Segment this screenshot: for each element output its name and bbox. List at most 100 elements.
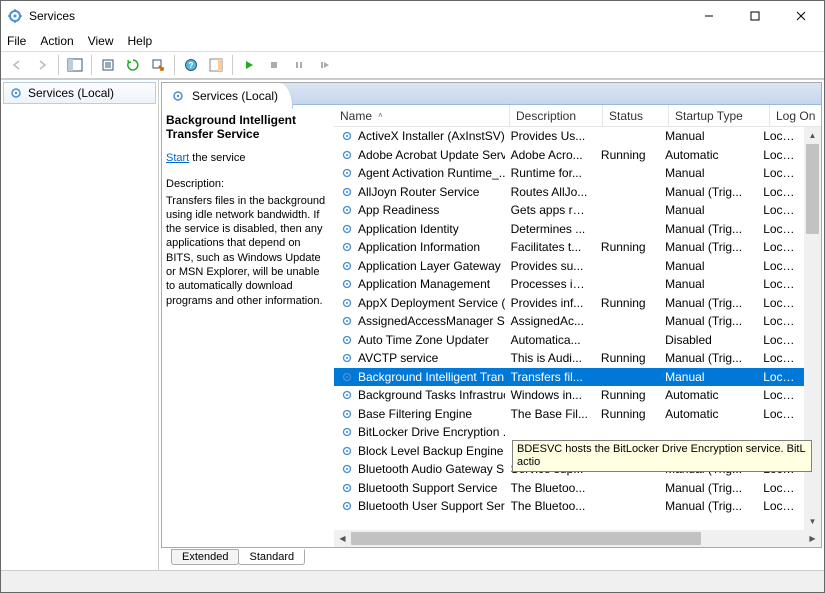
cell-startup-type: Manual (Trig... <box>659 222 757 236</box>
cell-name: Background Intelligent Tran... <box>334 370 505 384</box>
column-log-on[interactable]: Log On <box>770 105 818 126</box>
cell-description: The Base Fil... <box>505 407 595 421</box>
cell-status: Running <box>595 351 659 365</box>
cell-log-on: Local Se <box>757 481 804 495</box>
maximize-button[interactable] <box>732 1 778 31</box>
window-title: Services <box>29 9 686 23</box>
menu-help[interactable]: Help <box>128 34 153 48</box>
scroll-right-icon[interactable]: ▶ <box>804 530 821 547</box>
cell-startup-type: Automatic <box>659 388 757 402</box>
pause-service-button <box>287 54 311 76</box>
properties-button[interactable] <box>96 54 120 76</box>
cell-log-on: Local Se <box>757 407 804 421</box>
service-row[interactable]: Application Layer Gateway ...Provides su… <box>334 257 804 276</box>
tooltip: BDESVC hosts the BitLocker Drive Encrypt… <box>512 440 812 472</box>
show-hide-tree-button[interactable] <box>63 54 87 76</box>
tree-root-item[interactable]: Services (Local) <box>3 82 156 104</box>
titlebar[interactable]: Services <box>1 1 824 31</box>
scroll-left-icon[interactable]: ◀ <box>334 530 351 547</box>
refresh-button[interactable] <box>121 54 145 76</box>
column-name[interactable]: Name˄ <box>334 105 510 126</box>
service-row[interactable]: BitLocker Drive Encryption ... <box>334 423 804 442</box>
cell-startup-type: Automatic <box>659 148 757 162</box>
service-row[interactable]: AssignedAccessManager Se...AssignedAc...… <box>334 312 804 331</box>
horizontal-scrollbar[interactable]: ◀ ▶ <box>334 530 821 547</box>
service-row[interactable]: AVCTP serviceThis is Audi...RunningManua… <box>334 349 804 368</box>
minimize-button[interactable] <box>686 1 732 31</box>
scroll-thumb-h[interactable] <box>351 532 701 545</box>
tree-root-label: Services (Local) <box>28 86 114 100</box>
menu-action[interactable]: Action <box>40 34 73 48</box>
cell-startup-type: Manual <box>659 259 757 273</box>
start-service-link[interactable]: Start <box>166 152 189 164</box>
cell-log-on: Local Sy <box>757 388 804 402</box>
cell-log-on: Local Sy <box>757 499 804 513</box>
menu-view[interactable]: View <box>88 34 114 48</box>
column-startup-type[interactable]: Startup Type <box>669 105 770 126</box>
scroll-down-icon[interactable]: ▼ <box>804 513 821 530</box>
cell-name: AssignedAccessManager Se... <box>334 314 505 328</box>
cell-name: AppX Deployment Service (... <box>334 296 505 310</box>
cell-name: AVCTP service <box>334 351 505 365</box>
cell-log-on: Local Sy <box>757 314 804 328</box>
cell-startup-type: Manual (Trig... <box>659 240 757 254</box>
cell-name: Background Tasks Infrastruc... <box>334 388 505 402</box>
cell-name: Application Identity <box>334 222 505 236</box>
column-description[interactable]: Description <box>510 105 603 126</box>
cell-description: AssignedAc... <box>505 314 595 328</box>
service-row[interactable]: Bluetooth Support ServiceThe Bluetoo...M… <box>334 479 804 498</box>
services-icon <box>8 85 24 101</box>
start-service-suffix: the service <box>189 152 245 164</box>
restart-service-button <box>312 54 336 76</box>
service-row[interactable]: Application ManagementProcesses in...Man… <box>334 275 804 294</box>
cell-description: Provides inf... <box>505 296 595 310</box>
service-row[interactable]: Auto Time Zone UpdaterAutomatica...Disab… <box>334 331 804 350</box>
column-headers: Name˄ Description Status Startup Type Lo… <box>334 105 821 127</box>
service-row[interactable]: App ReadinessGets apps re...ManualLocal … <box>334 201 804 220</box>
content-header: Services (Local) <box>162 83 821 105</box>
service-row[interactable]: Base Filtering EngineThe Base Fil...Runn… <box>334 405 804 424</box>
cell-description: Provides Us... <box>505 129 595 143</box>
service-row[interactable]: Agent Activation Runtime_...Runtime for.… <box>334 164 804 183</box>
content-title: Services (Local) <box>192 89 278 103</box>
cell-description: The Bluetoo... <box>505 499 595 513</box>
service-row[interactable]: AllJoyn Router ServiceRoutes AllJo...Man… <box>334 183 804 202</box>
cell-status: Running <box>595 148 659 162</box>
cell-log-on: Local Sy <box>757 240 804 254</box>
menu-file[interactable]: File <box>7 34 26 48</box>
cell-name: Auto Time Zone Updater <box>334 333 505 347</box>
help-button[interactable]: ? <box>179 54 203 76</box>
column-status[interactable]: Status <box>603 105 669 126</box>
console-tree[interactable]: Services (Local) <box>1 80 159 570</box>
cell-description: This is Audi... <box>505 351 595 365</box>
tab-standard[interactable]: Standard <box>238 549 305 565</box>
service-row[interactable]: Application IdentityDetermines ...Manual… <box>334 220 804 239</box>
service-row[interactable]: Bluetooth User Support Ser...The Bluetoo… <box>334 497 804 516</box>
service-row[interactable]: AppX Deployment Service (...Provides inf… <box>334 294 804 313</box>
start-service-button[interactable] <box>237 54 261 76</box>
service-row[interactable]: Application InformationFacilitates t...R… <box>334 238 804 257</box>
cell-startup-type: Manual <box>659 370 757 384</box>
service-row[interactable]: Background Intelligent Tran...Transfers … <box>334 368 804 387</box>
action-pane-button[interactable] <box>204 54 228 76</box>
export-list-button[interactable] <box>146 54 170 76</box>
cell-name: Application Information <box>334 240 505 254</box>
description-text: Transfers files in the background using … <box>166 194 326 308</box>
tab-extended[interactable]: Extended <box>171 549 239 565</box>
service-list: Name˄ Description Status Startup Type Lo… <box>334 105 821 547</box>
service-row[interactable]: Adobe Acrobat Update Serv...Adobe Acro..… <box>334 146 804 165</box>
close-button[interactable] <box>778 1 824 31</box>
selected-service-title: Background Intelligent Transfer Service <box>166 113 326 141</box>
cell-description: Windows in... <box>505 388 595 402</box>
cell-status: Running <box>595 388 659 402</box>
scroll-thumb[interactable] <box>806 144 819 234</box>
cell-name: App Readiness <box>334 203 505 217</box>
cell-startup-type: Manual <box>659 203 757 217</box>
cell-status: Running <box>595 407 659 421</box>
service-row[interactable]: Background Tasks Infrastruc...Windows in… <box>334 386 804 405</box>
services-icon <box>170 88 186 104</box>
service-row[interactable]: ActiveX Installer (AxInstSV)Provides Us.… <box>334 127 804 146</box>
scroll-up-icon[interactable]: ▲ <box>804 127 821 144</box>
cell-description: Adobe Acro... <box>505 148 595 162</box>
cell-description: Routes AllJo... <box>505 185 595 199</box>
